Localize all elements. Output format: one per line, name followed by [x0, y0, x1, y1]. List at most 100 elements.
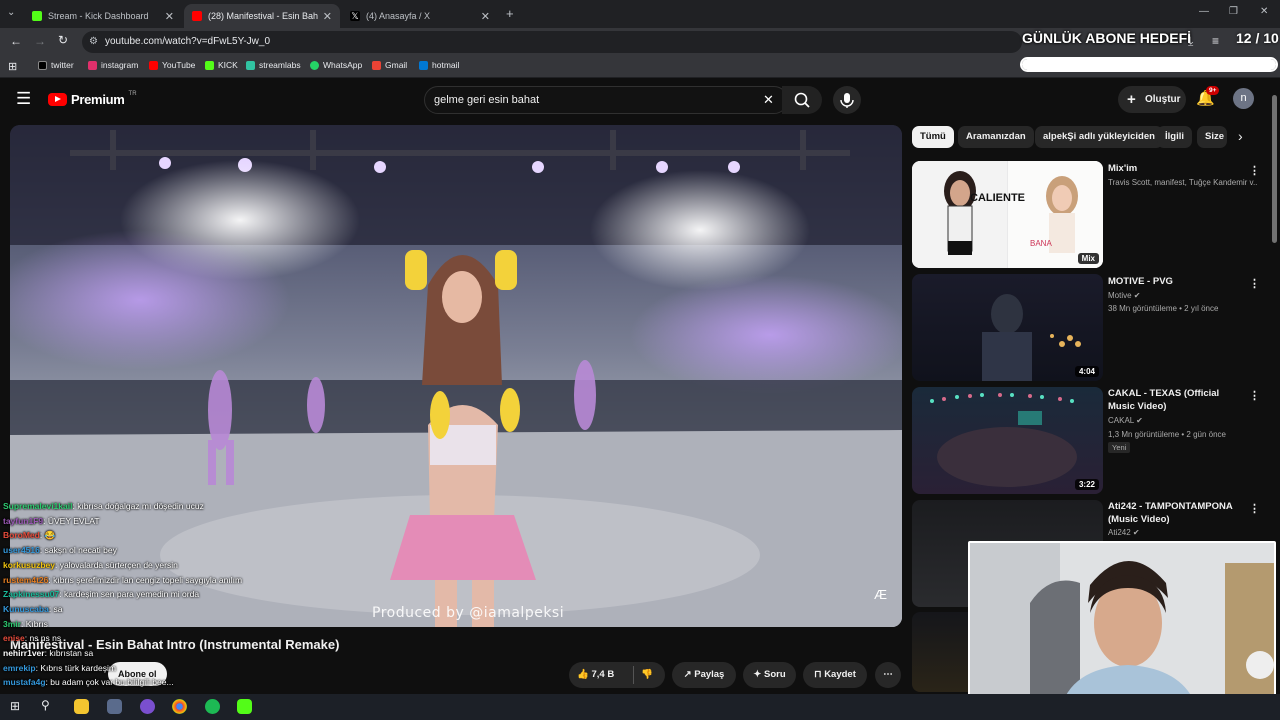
chevron-right-icon[interactable]: ›	[1238, 128, 1243, 144]
svg-text:CALIENTE: CALIENTE	[970, 192, 1025, 204]
recommendation-title[interactable]: CAKAL - TEXAS (Official Music Video)	[1108, 387, 1248, 413]
recommendation-thumbnail[interactable]: 4:04	[912, 274, 1103, 381]
chat-text: : bu adam çok var bu bililgili bee...	[45, 677, 174, 688]
chip-for-you[interactable]: Size	[1197, 126, 1227, 148]
share-icon: ↗	[683, 669, 692, 680]
bookmark-gmail[interactable]: Gmail	[372, 60, 407, 70]
more-vertical-icon[interactable]: ⋮	[1249, 389, 1260, 402]
bookmark-hotmail[interactable]: hotmail	[419, 60, 459, 70]
voice-search-button[interactable]	[833, 86, 861, 114]
search-input[interactable]: gelme geri esin bahat ✕	[424, 86, 788, 114]
recommendation-thumbnail[interactable]: CALIENTE BANA Mix	[912, 161, 1103, 268]
bookmark-instagram[interactable]: instagram	[88, 60, 138, 70]
dislike-button[interactable]: 👎	[641, 662, 653, 688]
tab-search-icon[interactable]: ⌄	[7, 7, 15, 18]
address-bar[interactable]: ⚙ youtube.com/watch?v=dFwL5Y-Jw_0	[82, 31, 1022, 53]
recommendation-channel: Travis Scott, manifest, Tuğçe Kandemir v…	[1108, 178, 1258, 187]
recommendation-channel: CAKAL ✔	[1108, 416, 1143, 425]
close-tab-icon[interactable]: ✕	[165, 10, 174, 23]
share-button[interactable]: ↗ Paylaş	[672, 662, 736, 688]
back-icon[interactable]: ←	[10, 34, 22, 48]
new-tab-icon[interactable]: +	[506, 6, 514, 21]
account-avatar[interactable]: n	[1233, 88, 1254, 109]
tab-title: (28) Manifestival - Esin Bahat In	[208, 11, 318, 21]
ask-label: Soru	[763, 669, 786, 680]
taskbar-search-icon[interactable]: ⚲	[41, 698, 50, 712]
subscriber-goal-count: 12 / 10	[1236, 30, 1279, 46]
motive-thumbnail-image	[982, 294, 1081, 381]
chat-text: : kıbrısa doğalgaz mı döşedin ucuz	[72, 501, 204, 511]
chat-message: nehirr1ver: kıbrıstan sa	[3, 648, 93, 658]
taskbar-app-icon[interactable]	[107, 699, 122, 714]
chrome-icon[interactable]	[172, 699, 187, 714]
bookmark-label: streamlabs	[259, 60, 301, 70]
chat-text: : ÜVEY EVLAT	[43, 515, 100, 526]
chat-text: : kıbrıs şerefimizdir lan cengiz topeli …	[48, 574, 243, 585]
ask-button[interactable]: ✦ Soru	[743, 662, 796, 688]
file-explorer-icon[interactable]	[74, 699, 89, 714]
tab-x[interactable]: 𝕏 (4) Anasayfa / X ✕	[342, 4, 498, 28]
recommendation-title[interactable]: Mix'im	[1108, 162, 1248, 175]
bookmark-icon: ⊓	[814, 669, 822, 680]
reload-icon[interactable]: ↻	[58, 33, 68, 47]
recommendation-title[interactable]: MOTIVE - PVG	[1108, 275, 1248, 288]
bookmark-whatsapp[interactable]: WhatsApp	[310, 60, 362, 70]
video-player[interactable]: Produced by @iamalpeksi Æ	[10, 125, 902, 627]
subscriber-goal-fill	[1022, 59, 1276, 70]
more-vertical-icon[interactable]: ⋮	[1249, 502, 1260, 515]
spotify-icon[interactable]	[205, 699, 220, 714]
chat-message: korkusuzbey: yalovalarda sürterçen de ye…	[3, 560, 178, 570]
hamburger-menu-icon[interactable]: ☰	[16, 89, 31, 109]
chip-from-search[interactable]: Aramanızdan	[958, 126, 1034, 148]
create-label: Oluştur	[1145, 94, 1181, 105]
forward-icon[interactable]: →	[34, 34, 46, 48]
recommendation-title[interactable]: Ati242 - TAMPONTAMPONA (Music Video)	[1108, 500, 1248, 526]
clear-search-icon[interactable]: ✕	[763, 87, 774, 113]
more-vertical-icon[interactable]: ⋮	[1249, 164, 1260, 177]
media-queue-icon[interactable]: ≡	[1212, 34, 1219, 48]
notifications-button[interactable]: 🔔 9+	[1196, 86, 1220, 107]
chat-message: emrekip: Kıbrıs türk kardeşim	[3, 663, 116, 673]
chat-text: : Kıbrıs türk kardeşim	[35, 662, 116, 673]
close-tab-icon[interactable]: ✕	[481, 10, 490, 23]
logo-country: TR	[128, 90, 137, 97]
tab-kick-dashboard[interactable]: Stream - Kick Dashboard ✕	[24, 4, 182, 28]
bookmark-twitter[interactable]: twitter	[38, 60, 74, 70]
like-button[interactable]: 👍 7,4 B	[577, 669, 614, 680]
subscriber-goal-bar	[1020, 57, 1278, 72]
recommendation-thumbnail[interactable]: 3:22	[912, 387, 1103, 494]
save-button[interactable]: ⊓ Kaydet	[803, 662, 867, 688]
minimize-icon[interactable]: —	[1199, 6, 1209, 17]
apps-grid-icon[interactable]: ⊞	[8, 60, 17, 73]
close-window-icon[interactable]: ✕	[1260, 6, 1268, 17]
youtube-logo[interactable]: Premium TR	[48, 90, 137, 107]
scrollbar-thumb[interactable]	[1272, 95, 1277, 243]
chat-text: : yalovalarda sürterçen de yersin	[54, 559, 178, 570]
new-badge: Yeni	[1108, 442, 1131, 453]
more-actions-button[interactable]: ⋯	[875, 662, 901, 688]
bookmark-kick[interactable]: KICK	[205, 60, 238, 70]
chip-from-uploader[interactable]: alpekŞi adlı yükleyiciden	[1035, 126, 1163, 148]
restore-icon[interactable]: ❐	[1229, 6, 1238, 17]
bookmark-youtube[interactable]: YouTube	[149, 60, 195, 70]
obs-icon[interactable]	[140, 699, 155, 714]
svg-text:BANA: BANA	[1030, 239, 1052, 248]
more-vertical-icon[interactable]: ⋮	[1249, 277, 1260, 290]
sparkle-icon: ✦	[753, 669, 762, 680]
tab-youtube[interactable]: (28) Manifestival - Esin Bahat In ✕	[184, 4, 340, 28]
site-info-icon[interactable]: ⚙	[89, 31, 98, 53]
chat-message: rustem4t26: kıbrıs şerefimizdir lan ceng…	[3, 575, 242, 585]
recommendation-meta: 1,3 Mn görüntüleme • 2 gün önce	[1108, 430, 1226, 439]
create-button[interactable]: + Oluştur	[1118, 86, 1186, 113]
chat-username: korkusuzbey	[3, 559, 55, 570]
windows-start-icon[interactable]: ⊞	[10, 699, 20, 713]
search-button[interactable]	[782, 86, 822, 114]
bookmark-streamlabs[interactable]: streamlabs	[246, 60, 301, 70]
mix-thumbnail-image: CALIENTE BANA	[912, 161, 1103, 268]
chat-username: Zapkinessu07	[3, 589, 60, 600]
close-tab-icon[interactable]: ✕	[323, 10, 332, 23]
chip-related[interactable]: İlgili	[1157, 126, 1192, 148]
chip-all[interactable]: Tümü	[912, 126, 954, 148]
kick-app-icon[interactable]	[237, 699, 252, 714]
chat-message: user4516: sakşn ol necati bey	[3, 545, 117, 555]
